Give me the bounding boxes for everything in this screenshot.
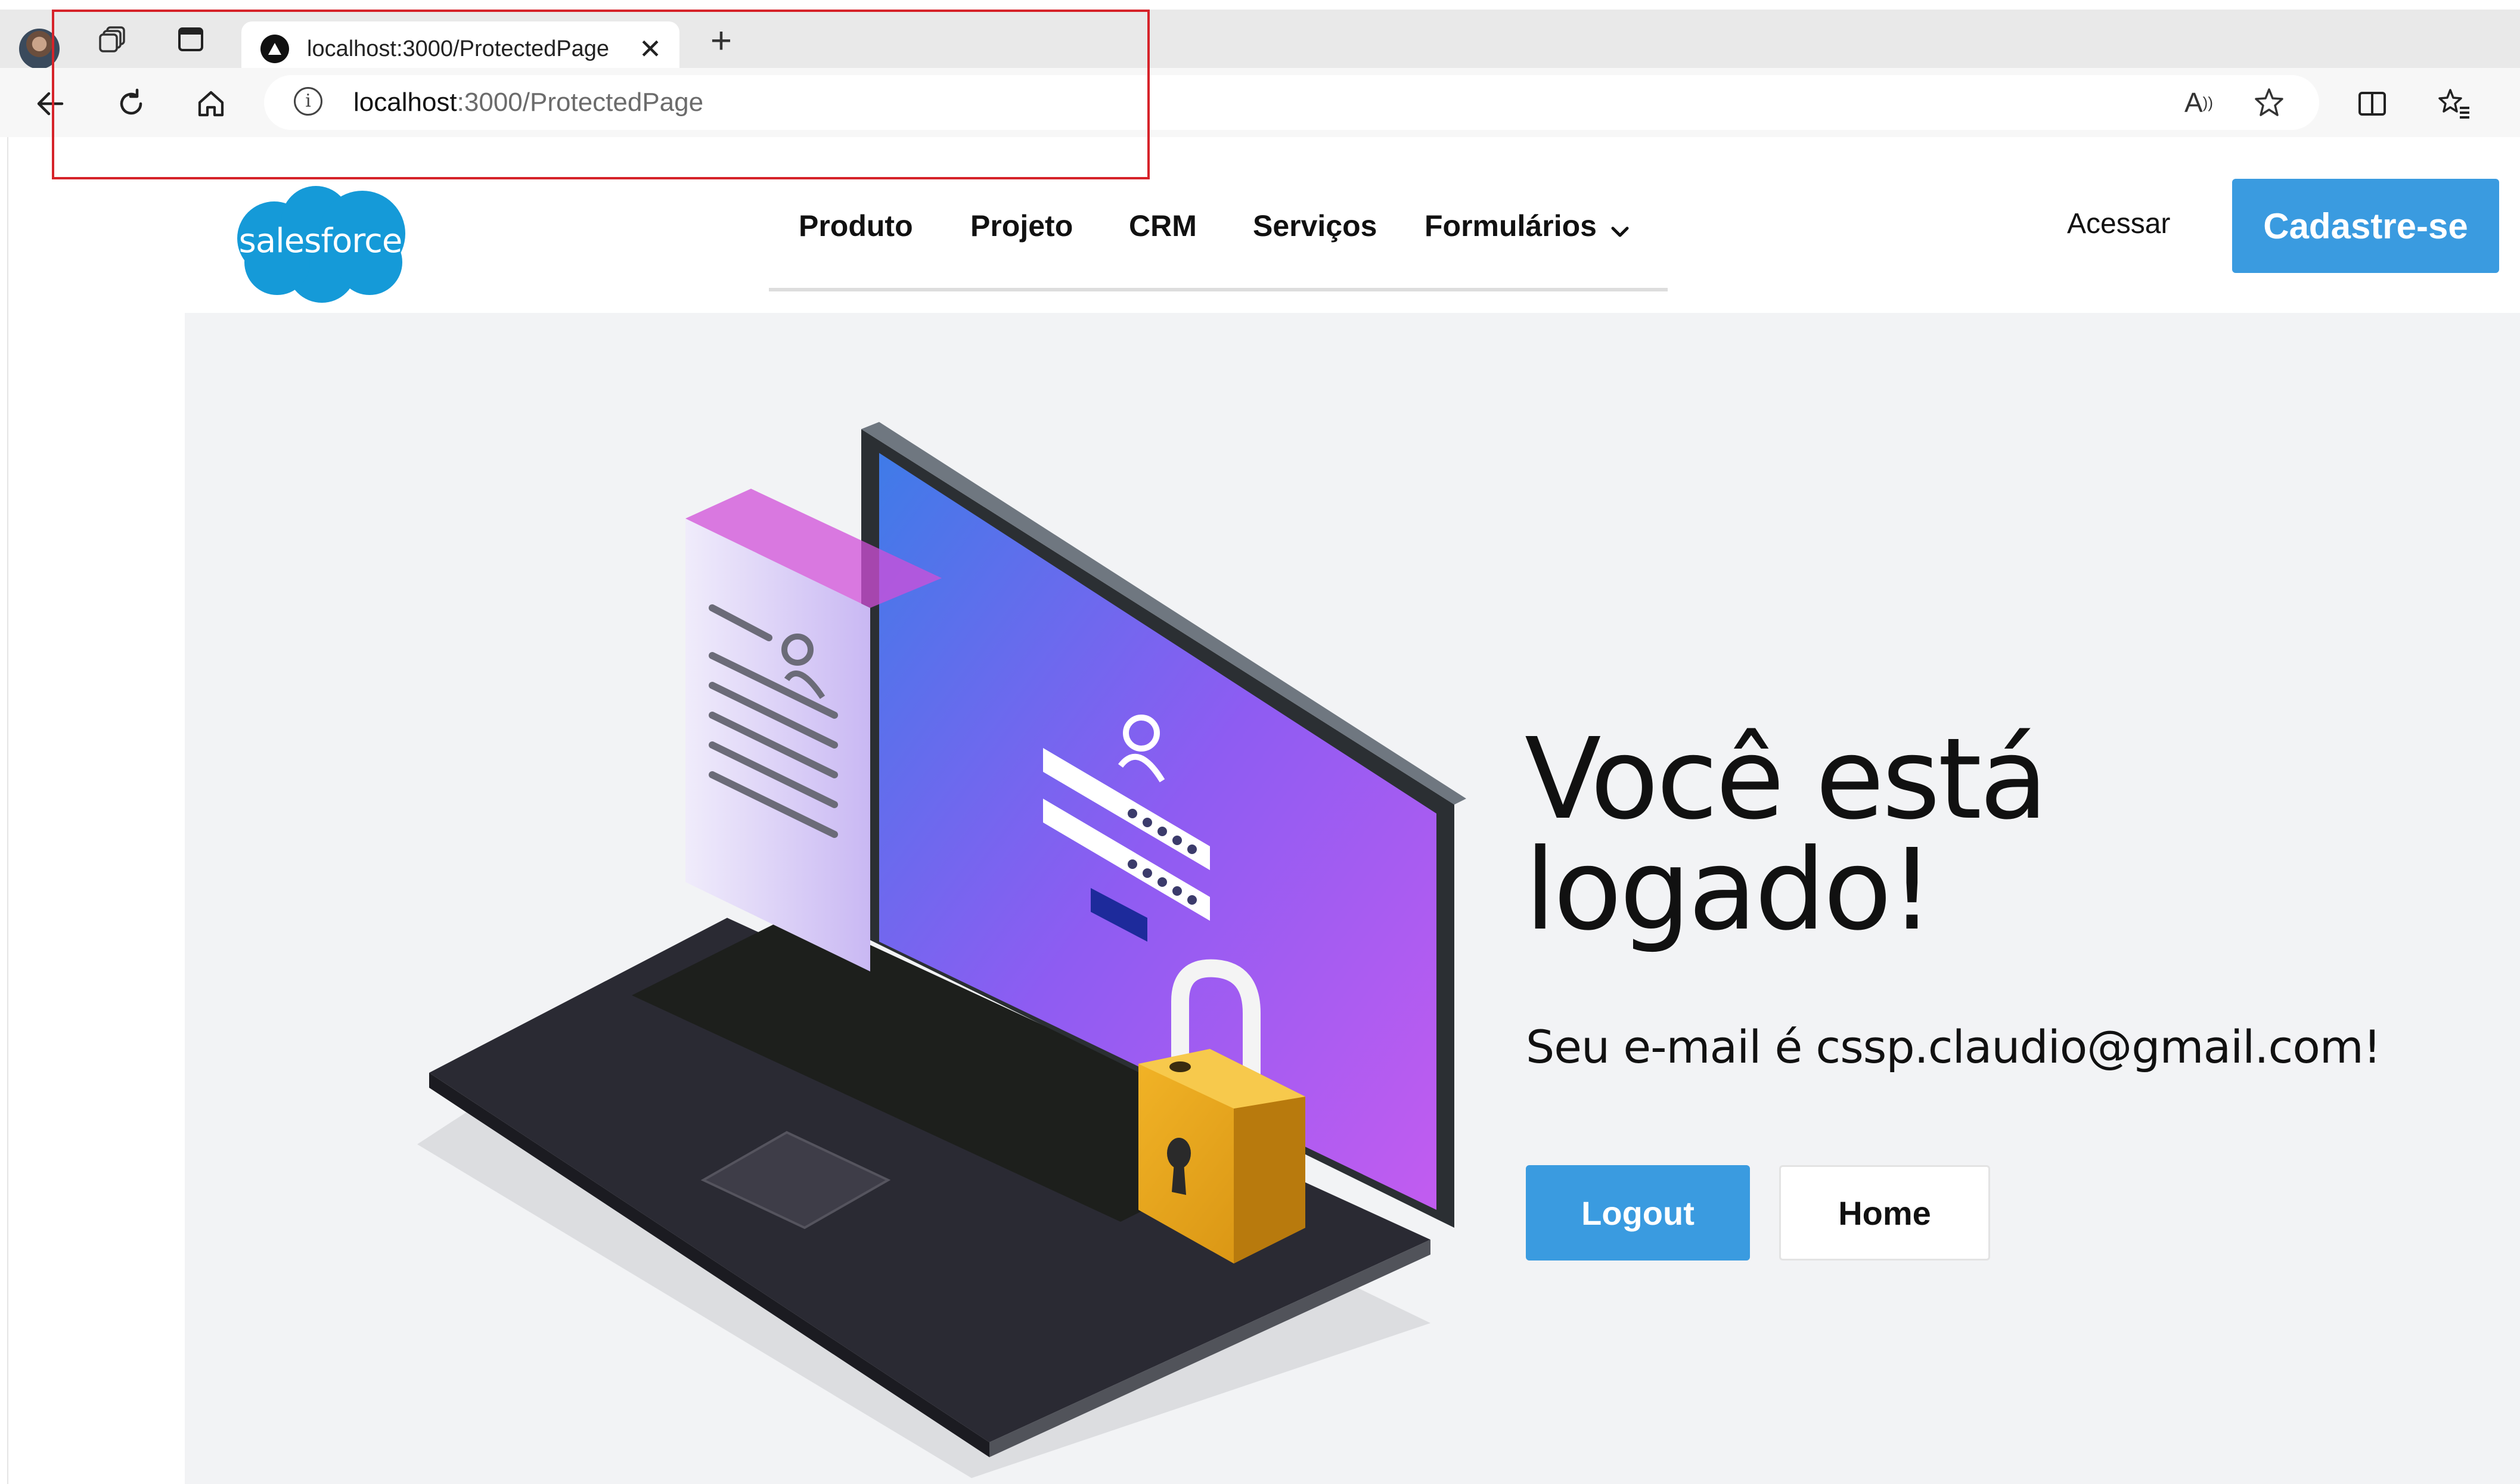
new-tab-button[interactable]: + [703, 20, 739, 61]
tab-favicon-icon [260, 35, 289, 63]
browser-tab-strip: localhost:3000/ProtectedPage ✕ + [0, 10, 2520, 77]
url-text[interactable]: localhost:3000/ProtectedPage [353, 87, 703, 118]
nav-divider [769, 288, 1668, 291]
logo-text: salesforce [238, 222, 403, 260]
browser-toolbar: i localhost:3000/ProtectedPage A)) [0, 68, 2520, 137]
chevron-down-icon [1610, 211, 1630, 246]
address-bar[interactable]: i localhost:3000/ProtectedPage A)) [264, 75, 2319, 130]
nav-item-formularios[interactable]: Formulários [1425, 209, 1630, 246]
salesforce-logo[interactable]: salesforce [226, 179, 414, 310]
url-path: :3000/ProtectedPage [457, 88, 704, 117]
home-icon[interactable] [192, 85, 230, 123]
signup-button[interactable]: Cadastre-se [2232, 179, 2499, 273]
nav-item-formularios-label: Formulários [1425, 209, 1597, 243]
nav-item-produto[interactable]: Produto [799, 209, 913, 243]
main-nav: Produto Projeto CRM Serviços Formulários [769, 203, 1668, 292]
read-aloud-icon[interactable]: A)) [2182, 86, 2215, 119]
laptop-login-illustration [417, 417, 1490, 1478]
url-host: localhost [353, 88, 457, 117]
refresh-icon[interactable] [112, 85, 150, 123]
tab-title: localhost:3000/ProtectedPage [307, 36, 610, 61]
laptop-lock-icon [417, 422, 1466, 1478]
login-link[interactable]: Acessar [2067, 207, 2170, 240]
nav-item-projeto[interactable]: Projeto [970, 209, 1073, 243]
nav-item-servicos[interactable]: Serviços [1253, 209, 1377, 243]
workspaces-icon[interactable] [95, 21, 131, 57]
logout-button[interactable]: Logout [1526, 1165, 1750, 1261]
home-button[interactable]: Home [1779, 1165, 1990, 1261]
user-email-text: Seu e-mail é cssp.claudio@gmail.com! [1526, 1020, 2381, 1073]
profile-avatar[interactable] [19, 29, 60, 69]
tab-actions-icon[interactable] [173, 21, 209, 57]
tab-close-icon[interactable]: ✕ [635, 33, 666, 64]
site-info-icon[interactable]: i [294, 87, 322, 116]
nav-item-crm[interactable]: CRM [1129, 209, 1197, 243]
back-icon[interactable] [31, 85, 69, 123]
favorites-icon[interactable] [2435, 85, 2474, 123]
favorite-star-icon[interactable] [2252, 86, 2286, 119]
page-title: Você está logado! [1525, 714, 2048, 955]
split-screen-icon[interactable] [2353, 85, 2391, 123]
